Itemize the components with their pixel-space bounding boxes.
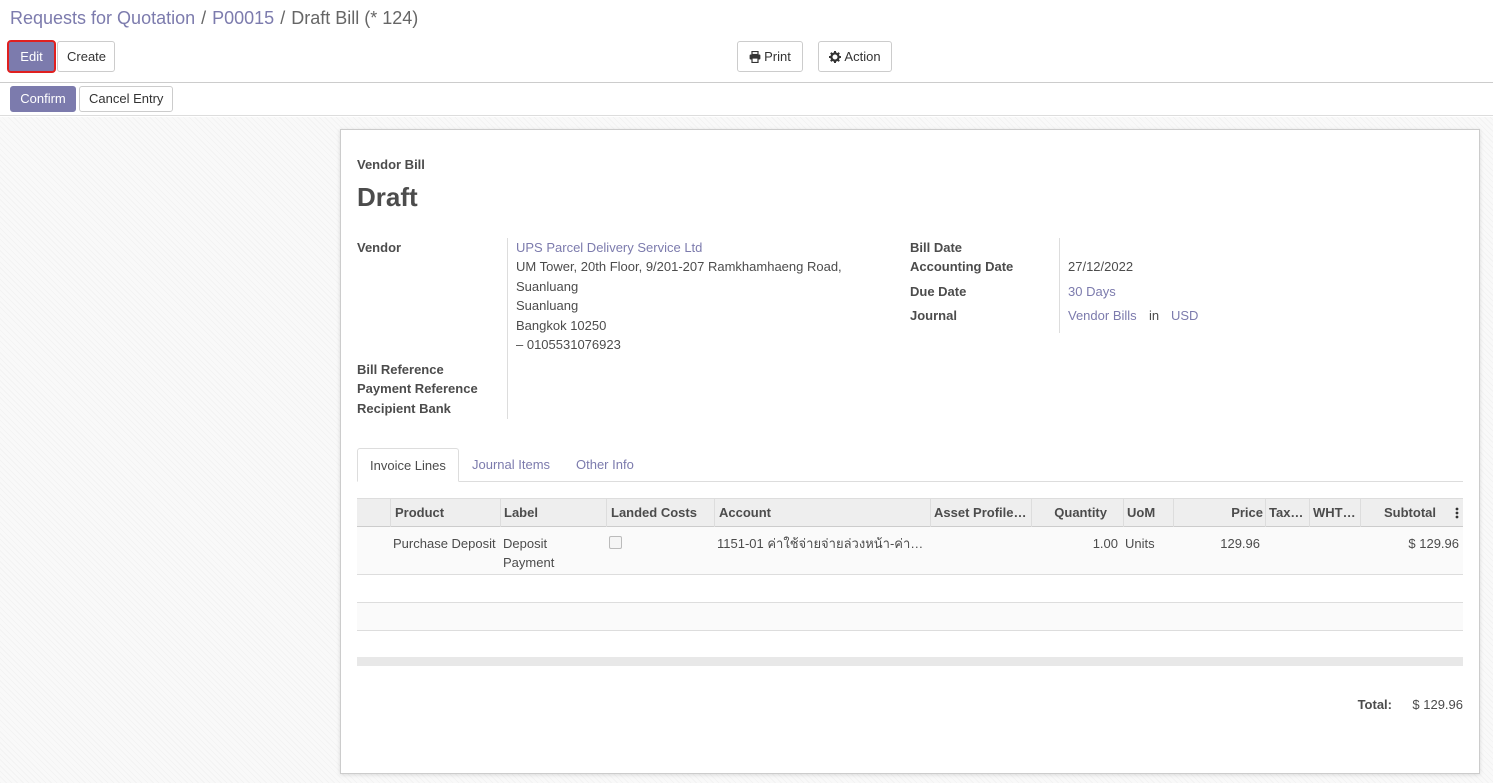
breadcrumb-rfq-link[interactable]: Requests for Quotation — [10, 8, 195, 28]
table-footer — [357, 657, 1463, 666]
breadcrumb: Requests for Quotation / P00015/Draft Bill… — [10, 8, 418, 29]
breadcrumb-separator: / — [201, 8, 207, 28]
field-divider — [1059, 238, 1060, 333]
form-sheet: Vendor Bill Draft Vendor UPS Parcel Deli… — [340, 129, 1480, 774]
cell-price: 129.96 — [1220, 536, 1260, 551]
tab-other-info[interactable]: Other Info — [564, 448, 646, 482]
cell-uom: Units — [1125, 536, 1155, 551]
tab-invoice-lines[interactable]: Invoice Lines — [357, 448, 459, 482]
invoice-lines-header: Product Label Landed Costs Account Asset… — [357, 498, 1463, 527]
column-header-wht[interactable]: WHT… — [1309, 499, 1360, 527]
column-header-label[interactable]: Label — [500, 499, 606, 527]
status-bar: Confirm Cancel Entry — [0, 83, 1493, 116]
vendor-address-line: UM Tower, 20th Floor, 9/201-207 Ramkhamh… — [516, 259, 842, 274]
accounting-date-value: 27/12/2022 — [1068, 259, 1134, 274]
table-row-empty — [357, 575, 1463, 603]
action-label: Action — [844, 49, 881, 64]
tab-journal-items[interactable]: Journal Items — [460, 448, 562, 482]
document-type: Vendor Bill — [357, 157, 425, 172]
table-row-empty — [357, 603, 1463, 631]
breadcrumb-current: Draft Bill (* 124) — [291, 8, 419, 28]
cancel-entry-button[interactable]: Cancel Entry — [79, 86, 173, 112]
column-header-uom[interactable]: UoM — [1123, 499, 1173, 527]
cell-product: Purchase Deposit — [393, 536, 496, 551]
optional-columns-icon[interactable] — [1451, 499, 1463, 527]
vendor-address-line: Bangkok 10250 — [516, 318, 607, 333]
print-icon — [749, 50, 761, 64]
gear-icon — [829, 51, 842, 63]
journal-link[interactable]: Vendor Bills — [1068, 308, 1137, 323]
column-header-price[interactable]: Price — [1173, 499, 1265, 527]
column-header-account[interactable]: Account — [714, 499, 930, 527]
vendor-label: Vendor — [357, 240, 402, 255]
column-header-quantity[interactable]: Quantity — [1031, 499, 1123, 527]
print-button[interactable]: Print — [737, 41, 803, 72]
cell-subtotal: $ 129.96 — [1408, 536, 1459, 551]
total-label: Total: — [1357, 697, 1392, 712]
accounting-date-label: Accounting Date — [910, 259, 1014, 274]
field-divider — [507, 238, 508, 419]
vendor-link[interactable]: UPS Parcel Delivery Service Ltd — [516, 240, 702, 255]
column-header-asset-profile[interactable]: Asset Profile… — [930, 499, 1031, 527]
currency-link[interactable]: USD — [1171, 308, 1198, 323]
vendor-tax-id: – 0105531076923 — [516, 337, 621, 352]
column-header-taxes[interactable]: Tax… — [1265, 499, 1309, 527]
breadcrumb-separator: / — [280, 8, 286, 28]
document-state: Draft — [357, 182, 418, 212]
create-button[interactable]: Create — [57, 41, 115, 72]
cell-label: Deposit — [503, 536, 548, 551]
column-header-subtotal[interactable]: Subtotal — [1360, 499, 1448, 527]
action-button[interactable]: Action — [818, 41, 892, 72]
print-label: Print — [764, 49, 791, 64]
payment-terms-link[interactable]: 30 Days — [1068, 284, 1116, 299]
table-row[interactable]: Purchase Deposit Deposit Payment 1151-01… — [357, 527, 1463, 575]
breadcrumb-po-link[interactable]: P00015 — [212, 8, 274, 28]
column-header-landed-costs[interactable]: Landed Costs — [606, 499, 714, 527]
payment-reference-label: Payment Reference — [357, 381, 478, 396]
recipient-bank-label: Recipient Bank — [357, 401, 451, 416]
due-date-label: Due Date — [910, 284, 967, 299]
vendor-address-line: Suanluang — [516, 279, 579, 294]
journal-label: Journal — [910, 308, 957, 323]
bill-date-label: Bill Date — [910, 240, 963, 255]
confirm-button[interactable]: Confirm — [10, 86, 76, 112]
bill-reference-label: Bill Reference — [357, 362, 444, 377]
cell-quantity: 1.00 — [1092, 536, 1118, 551]
landed-costs-checkbox[interactable] — [609, 536, 622, 549]
cell-account: 1151-01 ค่าใช้จ่ายจ่ายล่วงหน้า-ค่า… — [717, 536, 924, 551]
total-value: $ 129.96 — [1412, 697, 1463, 712]
journal-in-text: in — [1149, 308, 1160, 323]
edit-button[interactable]: Edit — [7, 40, 56, 73]
column-header-product[interactable]: Product — [390, 499, 500, 527]
vendor-address-line: Suanluang — [516, 298, 579, 313]
cell-label: Payment — [503, 555, 555, 570]
